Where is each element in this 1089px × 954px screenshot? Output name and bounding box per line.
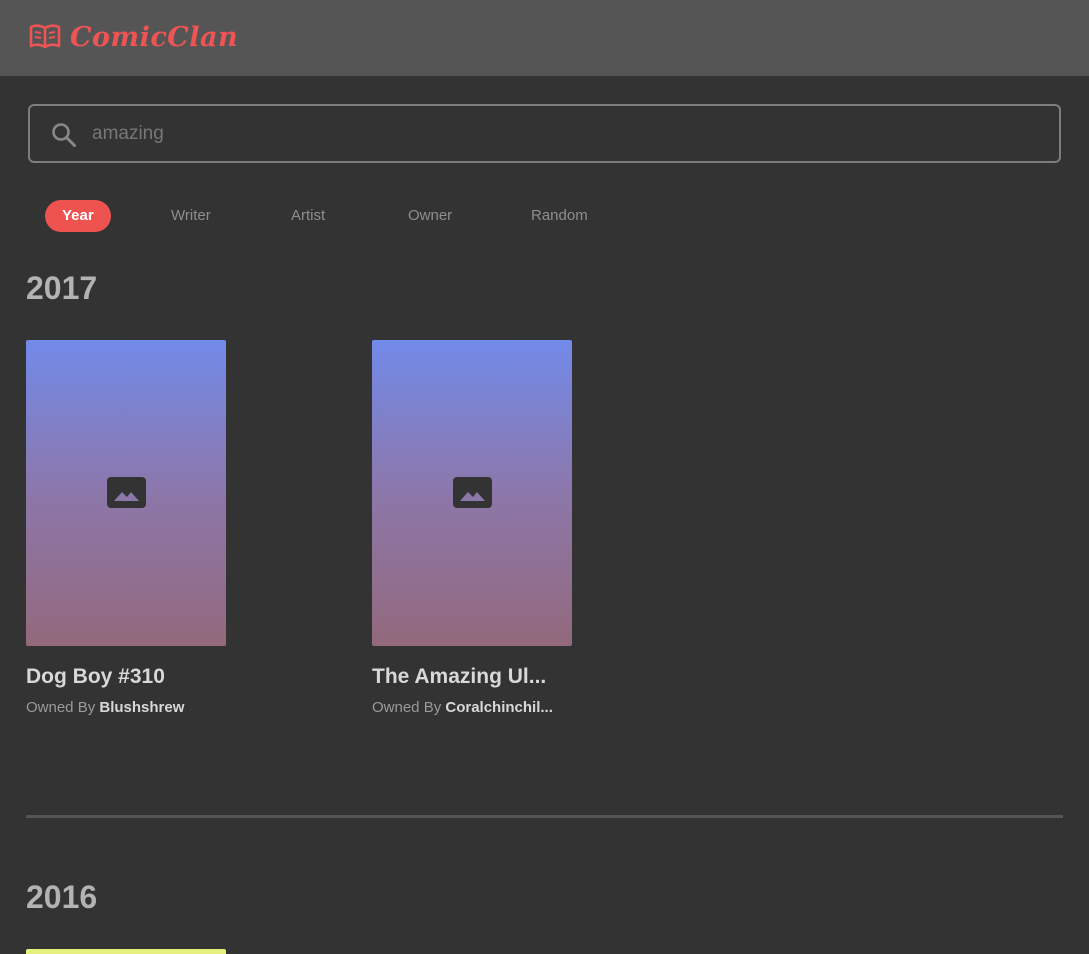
owned-by-label: Owned By [26,699,96,716]
comic-cover[interactable] [26,949,226,954]
app-header: ComicClan [0,0,1089,76]
comic-title[interactable]: Dog Boy #310 [26,665,226,689]
comic-cover[interactable] [372,340,572,646]
tab-owner[interactable]: Owner [408,200,452,232]
image-placeholder-icon [107,477,146,513]
comic-owner: Owned By Blushshrew [26,699,226,716]
comic-card[interactable]: Dog Boy #310 Owned By Blushshrew [26,340,226,716]
app-name: ComicClan [70,21,239,53]
search-bar [28,104,1061,163]
open-book-icon [29,22,61,52]
search-icon [51,122,77,153]
comic-cover[interactable] [26,340,226,646]
owner-name[interactable]: Coralchinchil... [445,699,553,716]
owned-by-label: Owned By [372,699,442,716]
section-year-heading: 2017 [26,270,98,306]
comic-title[interactable]: The Amazing Ul... [372,665,572,689]
owner-name[interactable]: Blushshrew [99,699,184,716]
tab-artist[interactable]: Artist [291,200,325,232]
comic-card[interactable]: The Amazing Ul... Owned By Coralchinchil… [372,340,572,716]
search-input[interactable] [92,114,1042,154]
image-placeholder-icon [453,477,492,513]
tab-writer[interactable]: Writer [171,200,211,232]
section-divider [26,815,1063,818]
app-logo[interactable]: ComicClan [29,21,238,53]
tab-random[interactable]: Random [531,200,588,232]
tab-year[interactable]: Year [45,200,111,232]
comic-owner: Owned By Coralchinchil... [372,699,572,716]
section-year-heading: 2016 [26,879,98,915]
